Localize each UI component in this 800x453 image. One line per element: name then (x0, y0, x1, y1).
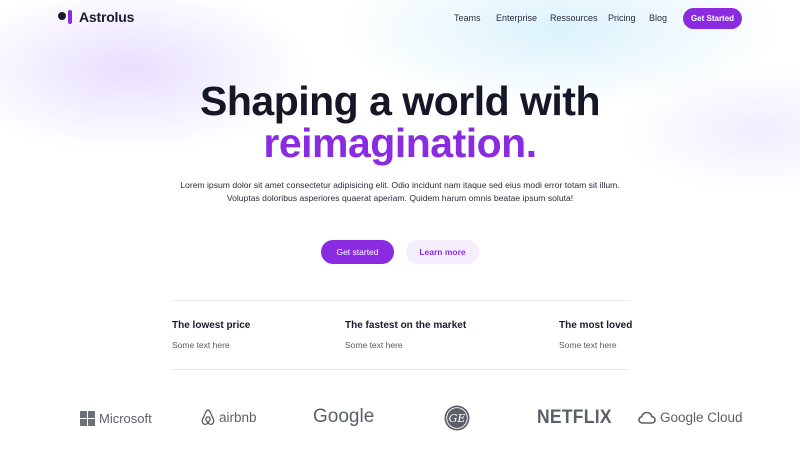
hero-subtitle-line-1: Lorem ipsum dolor sit amet consectetur a… (180, 180, 620, 190)
airbnb-belo-icon (201, 409, 215, 426)
hero-subtitle-line-2: Voluptas doloribus asperiores quaerat ap… (226, 193, 574, 203)
microsoft-grid-icon (80, 411, 95, 426)
feature-item: The lowest price Some text here (172, 320, 250, 350)
nav-link-enterprise[interactable]: Enterprise (496, 13, 537, 23)
microsoft-wordmark: Microsoft (99, 411, 152, 426)
hero-title-line: Shaping a world with (200, 78, 601, 124)
ge-logo: GE (444, 404, 470, 432)
nav-link-ressources[interactable]: Ressources (550, 13, 598, 23)
feature-title: The most loved (559, 320, 633, 331)
feature-title: The fastest on the market (345, 320, 467, 331)
ge-monogram-icon: GE (444, 405, 470, 431)
feature-text: Some text here (559, 340, 617, 350)
airbnb-logo: airbnb (201, 409, 257, 426)
learn-more-button[interactable]: Learn more (406, 240, 479, 264)
hero-subtitle: Lorem ipsum dolor sit amet consectetur a… (150, 179, 650, 205)
feature-item: The most loved Some text here (559, 320, 632, 350)
netflix-logo: NETFLIX (537, 407, 618, 429)
get-started-button[interactable]: Get started (321, 240, 394, 264)
brand-name: Astrolus (79, 9, 135, 25)
google-logo: Google (313, 406, 374, 428)
feature-item: The fastest on the market Some text here (345, 320, 466, 350)
hero-title-accent: reimagination. (263, 120, 537, 166)
nav-link-pricing[interactable]: Pricing (608, 13, 636, 23)
hero-title: Shaping a world with reimagination. (0, 80, 800, 164)
top-navigation-bar: Astrolus Teams Enterprise Ressources Pri… (0, 0, 800, 38)
partner-logos-row: Microsoft airbnb Google GE NETFLIX Googl… (0, 403, 800, 435)
nav-link-teams[interactable]: Teams (454, 13, 481, 23)
brand-logo[interactable]: Astrolus (58, 9, 134, 25)
google-cloud-logo: Google Cloud (638, 410, 743, 425)
nav-link-blog[interactable]: Blog (649, 13, 667, 23)
background-glow (0, 0, 800, 453)
features-divider-top (172, 300, 630, 301)
feature-text: Some text here (172, 340, 230, 350)
feature-title: The lowest price (172, 320, 251, 331)
features-divider-bottom (172, 369, 630, 370)
microsoft-logo: Microsoft (80, 411, 152, 426)
feature-text: Some text here (345, 340, 403, 350)
google-cloud-wordmark: Google Cloud (660, 410, 743, 425)
get-started-nav-button[interactable]: Get Started (683, 8, 742, 29)
cloud-icon (638, 411, 656, 424)
airbnb-wordmark: airbnb (219, 410, 257, 425)
netflix-wordmark: NETFLIX (537, 407, 612, 428)
google-wordmark: Google (313, 406, 375, 427)
ge-monogram-text: GE (449, 412, 466, 425)
logo-mark-icon (58, 9, 74, 25)
